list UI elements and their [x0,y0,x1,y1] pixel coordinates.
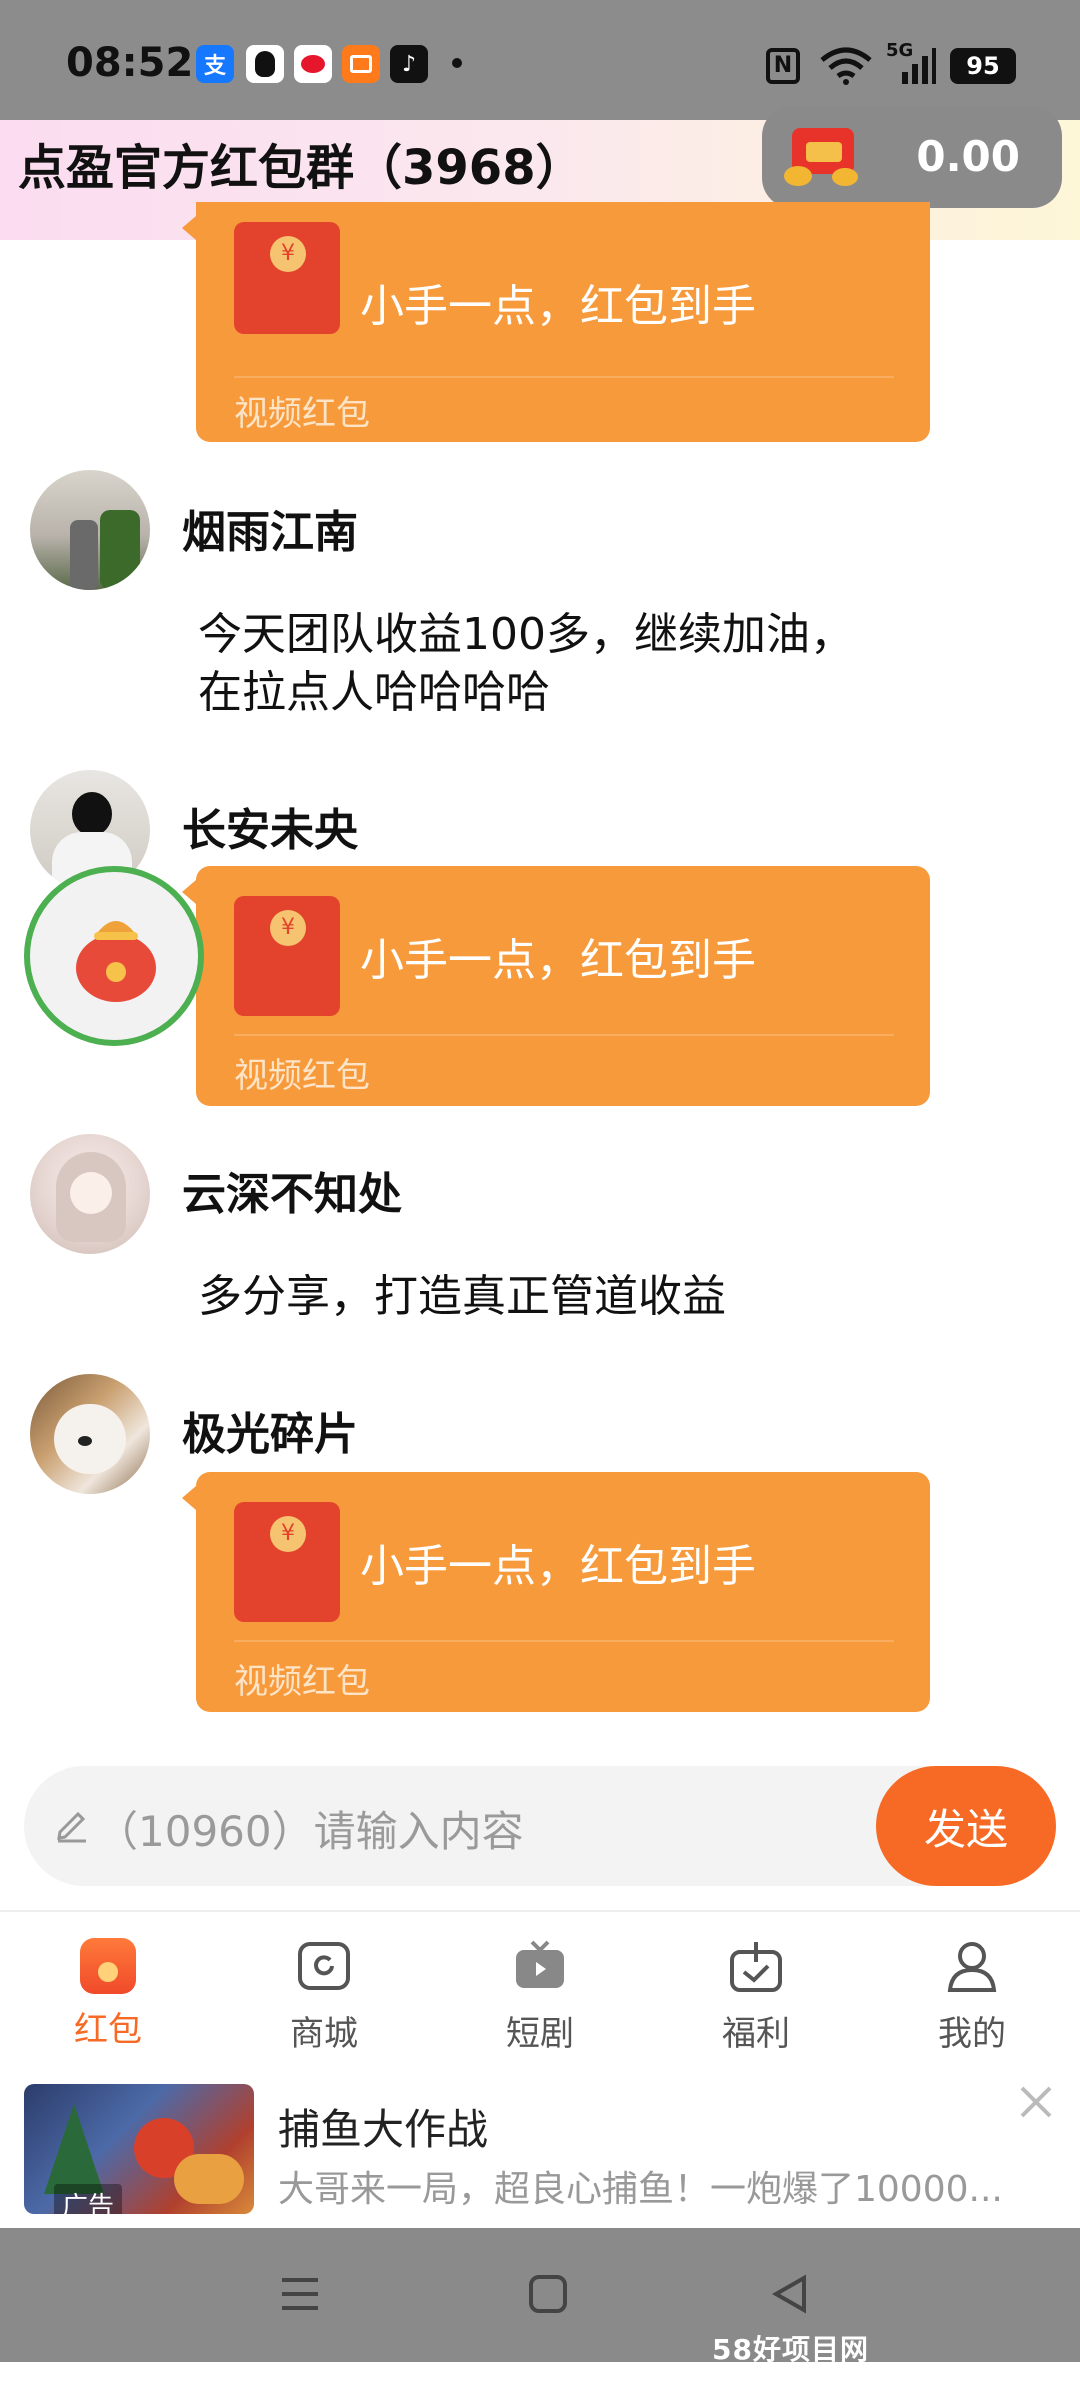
gift-icon [730,1942,782,1992]
tab-welfare[interactable]: 福利 [686,1938,826,2054]
tab-mall[interactable]: 商城 [254,1938,394,2054]
page-title: 点盈官方红包群（3968） [18,140,584,196]
books-icon [342,45,380,83]
more-notifications-dot [452,58,462,68]
sender-name: 云深不知处 [182,1169,402,1220]
watermark: 58好项目网www.58hxm.com [712,2333,994,2401]
divider [234,1640,894,1642]
status-bar: 08:52 支 ♪ N 5G 95 [0,0,1080,120]
avatar[interactable] [30,1374,150,1494]
status-time: 08:52 [66,40,194,86]
message-input-placeholder: （10960）请输入内容 [96,1807,524,1856]
red-envelope-icon: ¥ [234,896,340,1016]
red-envelope-icon [784,120,864,192]
ad-badge: 广告 [54,2184,123,2214]
red-packet-message[interactable]: ¥ 小手一点，红包到手 视频红包 [182,202,930,442]
battery-icon: 95 [950,48,1016,84]
close-icon[interactable] [1016,2082,1056,2122]
text-message: 多分享，打造真正管道收益 [198,1271,726,1322]
mall-icon [298,1942,350,1990]
message-line: 在拉点人哈哈哈哈 [198,667,550,718]
divider [234,1034,894,1036]
red-packet-kind: 视频红包 [234,1056,370,1096]
send-button[interactable]: 发送 [876,1766,1056,1886]
tv-icon [516,1940,564,1988]
user-icon [947,1942,997,1992]
nfc-icon: N [766,48,800,84]
qq-icon [246,45,284,83]
tab-red-packet[interactable]: 红包 [38,1938,178,2050]
sender-name: 烟雨江南 [182,507,358,558]
text-message: 今天团队收益100多，继续加油， 在拉点人哈哈哈哈 [198,606,854,722]
wifi-icon [820,47,872,85]
bottom-tab-bar: 红包 商城 短剧 福利 我的 [0,1910,1080,2060]
ad-title: 捕鱼大作战 [278,2105,489,2154]
pencil-icon [57,1811,86,1843]
sender-name: 长安未央 [182,805,358,856]
red-packet-text: 小手一点，红包到手 [360,935,756,986]
red-packet-message[interactable]: ¥ 小手一点，红包到手 视频红包 [182,1472,930,1712]
alipay-icon: 支 [196,45,234,83]
signal-icon [902,48,936,84]
tab-label: 商城 [290,2014,358,2054]
divider [234,376,894,378]
lucky-bag-icon [76,921,156,1002]
tab-label: 短剧 [506,2014,574,2054]
red-packet-text: 小手一点，红包到手 [360,1541,756,1592]
lucky-bag-float-button[interactable] [24,866,204,1046]
red-packet-kind: 视频红包 [234,394,370,434]
tab-label: 红包 [74,2010,142,2050]
red-envelope-icon: ¥ [234,1502,340,1622]
tab-short-drama[interactable]: 短剧 [470,1938,610,2054]
menu-icon[interactable] [280,2274,320,2314]
red-packet-text: 小手一点，红包到手 [360,281,756,332]
red-envelope-icon: ¥ [234,222,340,334]
home-icon[interactable] [528,2274,568,2314]
tab-label: 福利 [722,2014,790,2054]
ad-description: 大哥来一局，超良心捕鱼！一炮爆了10000... [278,2169,1003,2210]
ad-thumbnail: 广告 [24,2084,254,2214]
back-icon[interactable] [770,2274,810,2314]
weibo-icon [294,45,332,83]
red-packet-tab-icon [80,1938,136,1994]
red-packet-message[interactable]: ¥ 小手一点，红包到手 视频红包 [182,866,930,1106]
wallet-balance-button[interactable]: 0.00 [762,106,1062,208]
balance-amount: 0.00 [916,132,1020,181]
red-packet-kind: 视频红包 [234,1662,370,1702]
tiktok-icon: ♪ [390,45,428,83]
ad-banner[interactable]: 广告 捕鱼大作战 大哥来一局，超良心捕鱼！一炮爆了10000... [0,2068,1080,2228]
avatar[interactable] [30,1134,150,1254]
sender-name: 极光碎片 [182,1409,358,1460]
avatar[interactable] [30,470,150,590]
tab-label: 我的 [938,2014,1006,2054]
tab-profile[interactable]: 我的 [902,1938,1042,2054]
message-line: 今天团队收益100多，继续加油， [198,609,854,660]
